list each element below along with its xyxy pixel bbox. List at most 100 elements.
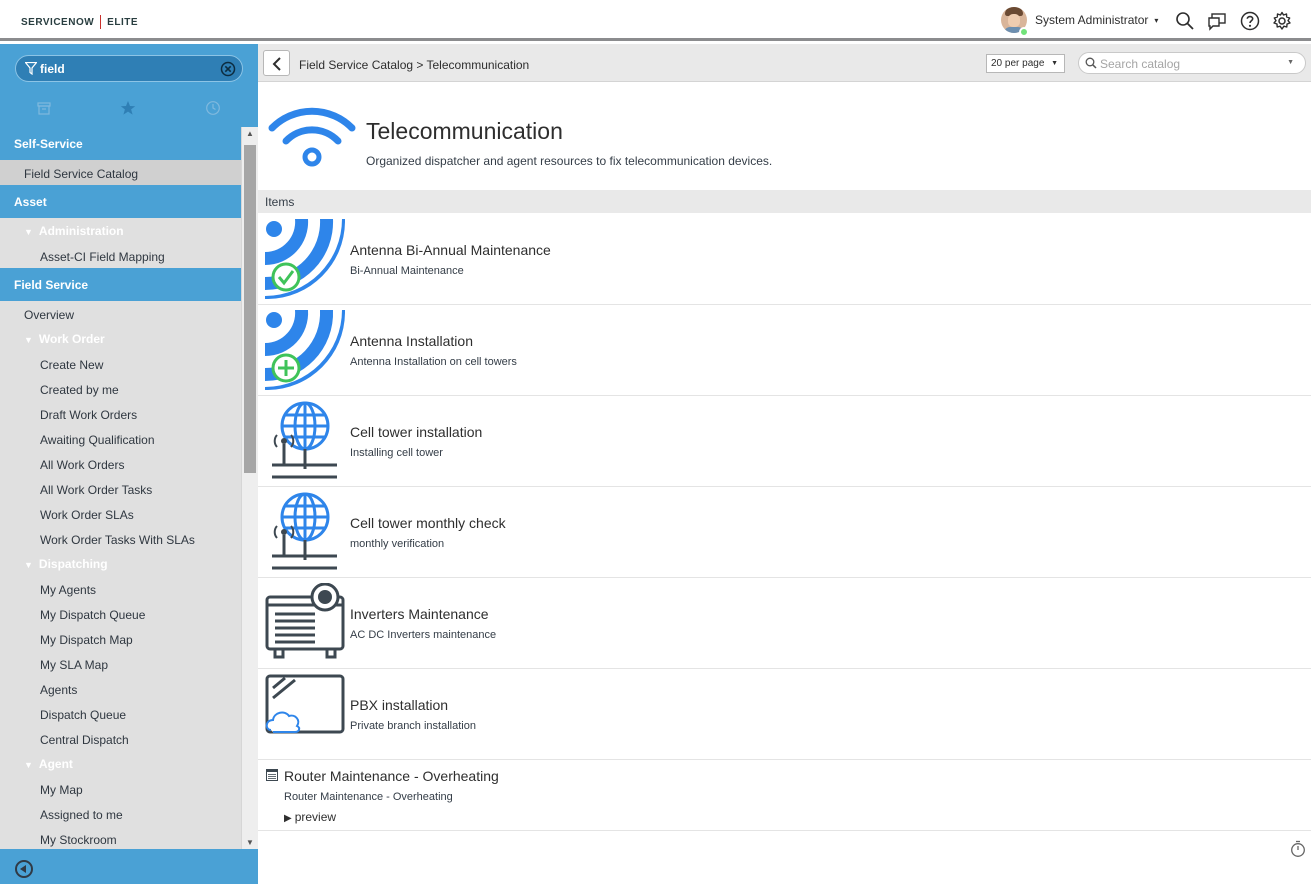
nav-module-link[interactable]: Work Order SLAs: [0, 501, 241, 526]
nav-label: My Dispatch Queue: [40, 608, 146, 622]
filter-icon: [25, 62, 37, 75]
stopwatch-icon[interactable]: [1290, 840, 1306, 858]
nav-module-link[interactable]: Field Service Catalog: [0, 160, 241, 185]
nav-module-link[interactable]: Assigned to me: [0, 801, 241, 826]
search-icon: [1085, 57, 1097, 69]
scroll-up-icon[interactable]: ▲: [246, 129, 254, 138]
breadcrumb[interactable]: Field Service Catalog > Telecommunicatio…: [299, 58, 529, 72]
nav-module-link[interactable]: Draft Work Orders: [0, 401, 241, 426]
catalog-search[interactable]: Search catalog ▼: [1078, 52, 1306, 74]
nav-section-header[interactable]: Self-Service: [0, 127, 241, 160]
per-page-value: 20 per page: [991, 58, 1045, 69]
item-title[interactable]: Antenna Bi-Annual Maintenance: [350, 242, 551, 258]
item-title[interactable]: Cell tower monthly check: [350, 515, 506, 531]
nav-module-link[interactable]: Awaiting Qualification: [0, 426, 241, 451]
nav-module-link[interactable]: My Dispatch Queue: [0, 601, 241, 626]
list-item[interactable]: PBX installation Private branch installat…: [258, 669, 1311, 760]
filter-navigator[interactable]: field: [15, 55, 243, 82]
chevron-left-icon: [272, 57, 281, 71]
catalog-content: Field Service Catalog > Telecommunicatio…: [258, 44, 1311, 884]
catalog-toolbar: Field Service Catalog > Telecommunicatio…: [258, 44, 1311, 82]
list-item[interactable]: Router Maintenance - Overheating Router …: [258, 759, 1311, 831]
clear-filter-icon[interactable]: [220, 61, 236, 77]
nav-module-link[interactable]: My Map: [0, 776, 241, 801]
nav-group-header[interactable]: ▼ Work Order: [0, 326, 241, 351]
nav-label: My Stockroom: [40, 833, 117, 847]
scroll-down-icon[interactable]: ▼: [246, 838, 254, 847]
item-description: Antenna Installation on cell towers: [350, 356, 517, 368]
history-clock-icon[interactable]: [205, 100, 221, 116]
per-page-select[interactable]: 20 per page ▼: [986, 54, 1065, 73]
cell-tower-globe-icon: [272, 492, 337, 570]
navigator-tabs: [0, 96, 258, 120]
filter-input[interactable]: field: [40, 62, 210, 76]
item-title[interactable]: Antenna Installation: [350, 333, 473, 349]
list-item[interactable]: Cell tower monthly check monthly verifica…: [258, 487, 1311, 578]
nav-module-link[interactable]: My SLA Map: [0, 651, 241, 676]
search-icon[interactable]: [1175, 11, 1195, 31]
navigator-scrollbar[interactable]: ▲ ▼: [241, 127, 258, 849]
item-title[interactable]: Inverters Maintenance: [350, 606, 489, 622]
logo-divider: [100, 15, 102, 29]
nav-module-link[interactable]: All Work Orders: [0, 451, 241, 476]
nav-section-header[interactable]: Asset: [0, 185, 241, 218]
nav-group-header[interactable]: ▼ Agent: [0, 751, 241, 776]
nav-module-link[interactable]: My Stockroom: [0, 826, 241, 849]
cell-tower-globe-icon: [272, 401, 337, 479]
item-description: Private branch installation: [350, 720, 476, 732]
nav-label: Asset-CI Field Mapping: [40, 250, 165, 264]
nav-module-link[interactable]: Created by me: [0, 376, 241, 401]
top-banner: SERVICENOW ELITE System Administrator ▾: [0, 0, 1311, 41]
item-description: Router Maintenance - Overheating: [284, 791, 453, 803]
all-apps-icon[interactable]: [36, 100, 52, 116]
nav-group-header[interactable]: ▼ Administration: [0, 218, 241, 243]
list-item[interactable]: Antenna Installation Antenna Installation…: [258, 305, 1311, 396]
nav-module-link[interactable]: All Work Order Tasks: [0, 476, 241, 501]
nav-label: Work Order Tasks With SLAs: [40, 533, 195, 547]
antenna-check-icon: [265, 219, 345, 299]
nav-module-link[interactable]: My Dispatch Map: [0, 626, 241, 651]
antenna-plus-icon: [265, 310, 345, 390]
nav-label: Central Dispatch: [40, 733, 129, 747]
nav-label: Self-Service: [14, 137, 83, 151]
nav-module-link[interactable]: Overview: [0, 301, 241, 326]
scrollbar-thumb[interactable]: [244, 145, 256, 473]
nav-module-link[interactable]: Central Dispatch: [0, 726, 241, 751]
nav-module-link[interactable]: Dispatch Queue: [0, 701, 241, 726]
help-icon[interactable]: [1240, 11, 1260, 31]
item-title[interactable]: Cell tower installation: [350, 424, 482, 440]
nav-module-link[interactable]: Work Order Tasks With SLAs: [0, 526, 241, 551]
item-title[interactable]: PBX installation: [350, 697, 448, 713]
connect-chat-icon[interactable]: [1207, 11, 1227, 31]
item-description: monthly verification: [350, 538, 445, 550]
collapse-navigator-icon[interactable]: [15, 860, 33, 878]
servicenow-logo[interactable]: SERVICENOW ELITE: [21, 15, 138, 29]
nav-label: My SLA Map: [40, 658, 109, 672]
pbx-cloud-icon: [265, 674, 345, 734]
nav-label: Awaiting Qualification: [40, 433, 155, 447]
nav-label: Assigned to me: [40, 808, 123, 822]
nav-module-link[interactable]: My Agents: [0, 576, 241, 601]
item-title[interactable]: Router Maintenance - Overheating: [284, 768, 499, 784]
back-button[interactable]: [263, 50, 290, 76]
triangle-right-icon: ▶: [284, 813, 292, 824]
nav-label: Administration: [38, 224, 124, 238]
triangle-down-icon: ▼: [24, 227, 33, 237]
nav-module-link[interactable]: Asset-CI Field Mapping: [0, 243, 241, 268]
gear-icon[interactable]: [1272, 11, 1292, 31]
favorites-star-icon[interactable]: [120, 100, 136, 116]
nav-section-header[interactable]: Field Service: [0, 268, 241, 301]
brand-name: SERVICENOW: [21, 16, 95, 28]
preview-toggle[interactable]: ▶ preview: [284, 810, 336, 824]
list-item[interactable]: Inverters Maintenance AC DC Inverters mai…: [258, 578, 1311, 669]
list-item[interactable]: Antenna Bi-Annual Maintenance Bi-Annual M…: [258, 214, 1311, 305]
nav-module-link[interactable]: Agents: [0, 676, 241, 701]
nav-module-link[interactable]: Create New: [0, 351, 241, 376]
preview-label: preview: [294, 810, 337, 824]
navigator-header: field: [0, 44, 258, 127]
search-input[interactable]: Search catalog: [1100, 57, 1180, 71]
list-item[interactable]: Cell tower installation Installing cell t…: [258, 396, 1311, 487]
nav-group-header[interactable]: ▼ Dispatching: [0, 551, 241, 576]
chevron-down-icon[interactable]: ▼: [1287, 59, 1294, 66]
triangle-down-icon: ▼: [24, 335, 33, 345]
